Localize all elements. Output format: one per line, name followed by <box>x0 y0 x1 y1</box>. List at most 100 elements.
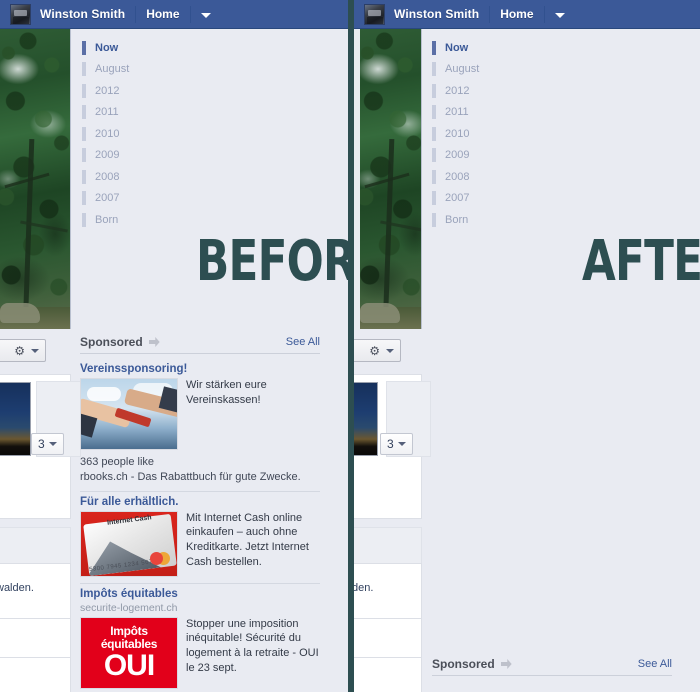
chevron-down-icon[interactable] <box>554 12 565 18</box>
timeline-label: Born <box>445 213 469 226</box>
page-body-before: Now August 2012 2011 2010 2009 2008 2007… <box>0 29 348 692</box>
ad-footer: 363 people like rbooks.ch - Das Rabattbu… <box>80 456 301 483</box>
timeline-item-2009[interactable]: 2009 <box>432 145 492 167</box>
timeline-tick <box>432 148 436 163</box>
panel-after: Winston Smith Home Now August 2012 2011 … <box>354 0 700 692</box>
timeline-item-2011[interactable]: 2011 <box>432 102 492 124</box>
facebook-navbar-after: Winston Smith Home <box>354 0 700 29</box>
timeline-item-2012[interactable]: 2012 <box>432 80 492 102</box>
sponsored-see-all-link[interactable]: See All <box>638 658 672 670</box>
mastercard-circle-left <box>150 551 163 565</box>
sponsored-title: Sponsored <box>432 657 495 671</box>
chevron-down-icon <box>386 348 394 353</box>
timeline-label: 2007 <box>445 192 470 205</box>
timeline-item-2010[interactable]: 2010 <box>82 123 142 145</box>
handshake-photo[interactable] <box>80 378 178 450</box>
ad-title[interactable]: Vereinssponsoring! <box>80 363 320 375</box>
ad-title[interactable]: Für alle erhältlich. <box>80 496 320 508</box>
nav-user-name[interactable]: Winston Smith <box>40 7 125 21</box>
timeline-item-2008[interactable]: 2008 <box>82 166 142 188</box>
timeline-tick <box>82 191 86 206</box>
post-header-block <box>354 527 422 564</box>
chevron-down-icon[interactable] <box>200 12 211 18</box>
panel-before: Winston Smith Home Now August 2012 2011 … <box>0 0 348 692</box>
timeline-nav-after: Now August 2012 2011 2010 2009 2008 2007… <box>432 37 492 231</box>
photo-thumbnail[interactable] <box>354 382 378 456</box>
gear-icon: ⚙ <box>14 343 25 358</box>
timeline-item-2010[interactable]: 2010 <box>432 123 492 145</box>
post-footer-block <box>354 618 422 658</box>
post-snippet-text: den. <box>354 582 374 594</box>
timeline-item-august[interactable]: August <box>432 59 492 81</box>
timeline-item-2012[interactable]: 2012 <box>82 80 142 102</box>
timeline-label: Now <box>95 41 119 54</box>
sponsored-ad-3[interactable]: Impôts équitables securite-logement.ch I… <box>80 582 320 692</box>
timeline-tick <box>82 169 86 184</box>
poster-line-3: OUI <box>103 648 155 682</box>
nav-user-name[interactable]: Winston Smith <box>394 7 479 21</box>
sponsored-title: Sponsored <box>80 335 143 349</box>
ad-subtitle: securite-logement.ch <box>80 601 178 614</box>
nav-home-link[interactable]: Home <box>500 7 533 21</box>
timeline-item-2009[interactable]: 2009 <box>82 145 142 167</box>
internet-cash-card-photo[interactable]: Internet Cash 5300 7945 1234 5678 <box>80 510 178 577</box>
timeline-item-born[interactable]: Born <box>82 209 142 231</box>
timeline-item-2008[interactable]: 2008 <box>432 166 492 188</box>
before-after-comparison: Winston Smith Home Now August 2012 2011 … <box>0 0 700 692</box>
cover-photo[interactable] <box>360 29 422 329</box>
nav-divider <box>135 5 137 23</box>
impots-equitables-oui-poster[interactable]: Impôts équitables OUI <box>80 616 178 689</box>
sponsored-see-all-link[interactable]: See All <box>286 336 320 348</box>
sponsored-flag-icon <box>500 659 512 669</box>
timeline-label: 2009 <box>95 149 120 162</box>
post-footer-block <box>0 618 71 658</box>
timeline-label: 2007 <box>95 192 120 205</box>
photo-count-button[interactable]: 3 <box>380 433 413 455</box>
photo-count-button[interactable]: 3 <box>31 433 64 455</box>
timeline-item-august[interactable]: August <box>82 59 142 81</box>
nav-divider-2 <box>543 5 545 23</box>
timeline-item-born[interactable]: Born <box>432 209 492 231</box>
chevron-down-icon <box>31 348 39 353</box>
sponsored-flag-icon <box>148 337 160 347</box>
timeline-label: 2008 <box>95 170 120 183</box>
timeline-item-now[interactable]: Now <box>82 37 142 59</box>
timeline-item-now[interactable]: Now <box>432 37 492 59</box>
timeline-tick <box>82 126 86 141</box>
sponsored-section-after: Sponsored See All <box>432 657 672 681</box>
cloud-shape <box>87 387 121 401</box>
rock <box>360 303 400 323</box>
nav-divider-2 <box>189 5 191 23</box>
ad-text: Mit Internet Cash online einkaufen – auc… <box>186 511 309 568</box>
timeline-tick <box>432 169 436 184</box>
ad-text: Stopper une imposition inéquitable! Sécu… <box>186 617 319 674</box>
user-avatar[interactable] <box>364 3 385 25</box>
settings-dropdown-button[interactable]: ⚙ <box>0 339 46 362</box>
timeline-tick <box>82 148 86 163</box>
post-header-block <box>0 527 71 564</box>
nav-divider <box>489 5 491 23</box>
sponsored-ad-1[interactable]: Vereinssponsoring! Wir stärken eure Vere… <box>80 359 320 491</box>
timeline-label: 2010 <box>95 127 120 140</box>
timeline-tick <box>82 105 86 120</box>
nav-home-link[interactable]: Home <box>146 7 179 21</box>
ad-title[interactable]: Impôts équitables <box>80 588 320 600</box>
timeline-item-2007[interactable]: 2007 <box>432 188 492 210</box>
timeline-tick <box>82 62 86 77</box>
photo-thumbnail[interactable] <box>0 382 31 456</box>
settings-dropdown-button[interactable]: ⚙ <box>354 339 401 362</box>
timeline-item-2011[interactable]: 2011 <box>82 102 142 124</box>
timeline-label: 2012 <box>445 84 470 97</box>
timeline-label: 2011 <box>95 106 119 119</box>
sponsored-ad-2[interactable]: Für alle erhältlich. Internet Cash 5300 … <box>80 490 320 583</box>
timeline-label: Born <box>95 213 119 226</box>
cover-photo[interactable] <box>0 29 71 329</box>
after-label: AFTER <box>582 229 700 294</box>
timeline-nav-before: Now August 2012 2011 2010 2009 2008 2007… <box>82 37 142 231</box>
timeline-item-2007[interactable]: 2007 <box>82 188 142 210</box>
chevron-down-icon <box>48 442 57 446</box>
timeline-tick <box>82 212 86 227</box>
gear-icon: ⚙ <box>369 343 380 358</box>
user-avatar[interactable] <box>10 3 31 25</box>
facebook-navbar: Winston Smith Home <box>0 0 348 29</box>
